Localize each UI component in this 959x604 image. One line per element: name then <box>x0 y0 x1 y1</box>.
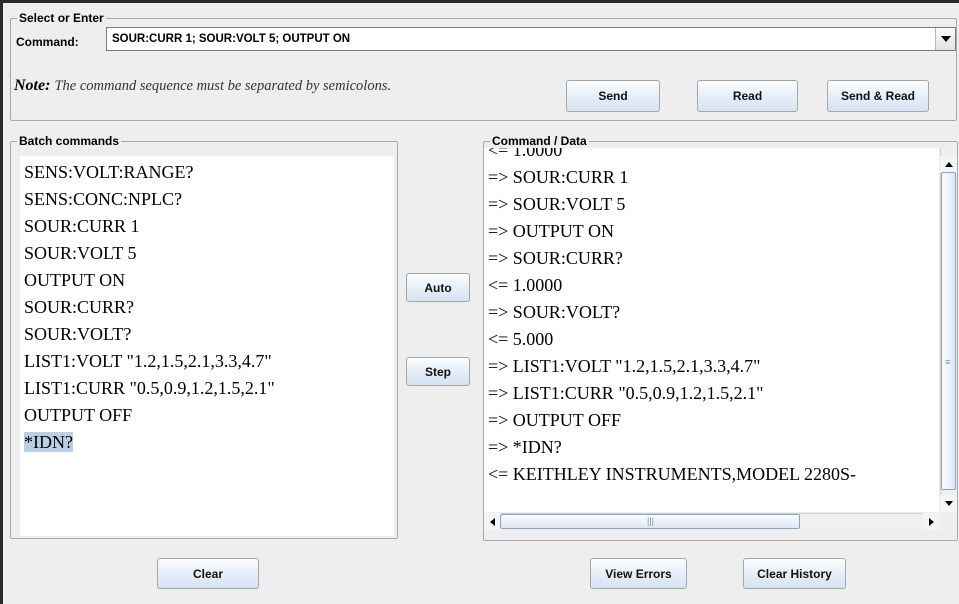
scroll-left-button[interactable] <box>484 513 501 530</box>
batch-commands-textarea[interactable]: SENS:VOLT:RANGE? SENS:CONC:NPLC? SOUR:CU… <box>20 156 394 536</box>
data-line: => LIST1:VOLT "1.2,1.5,2.1,3.3,4.7" <box>488 356 761 376</box>
batch-line: SOUR:CURR? <box>24 297 135 317</box>
vertical-scroll-thumb[interactable] <box>941 172 956 490</box>
step-button[interactable]: Step <box>406 357 470 386</box>
clear-button[interactable]: Clear <box>157 558 259 589</box>
send-and-read-button[interactable]: Send & Read <box>827 80 929 112</box>
data-line: => SOUR:CURR? <box>488 248 623 268</box>
data-line: => OUTPUT ON <box>488 221 614 241</box>
scroll-up-button[interactable] <box>940 156 957 173</box>
batch-line: OUTPUT ON <box>24 270 126 290</box>
auto-button[interactable]: Auto <box>406 273 470 302</box>
note-label: Note: <box>14 77 51 94</box>
batch-line: LIST1:VOLT "1.2,1.5,2.1,3.3,4.7" <box>24 351 272 371</box>
note-message: The command sequence must be separated b… <box>54 78 392 94</box>
batch-line: SENS:CONC:NPLC? <box>24 189 183 209</box>
batch-line: LIST1:CURR "0.5,0.9,1.2,1.5,2.1" <box>24 378 275 398</box>
clear-history-button[interactable]: Clear History <box>743 558 846 589</box>
command-data-textarea[interactable]: <= 1.0000 => SOUR:CURR 1 => SOUR:VOLT 5 … <box>484 148 939 512</box>
arrow-right-icon <box>929 517 934 526</box>
data-line: <= 1.0000 <box>488 148 563 160</box>
command-data-title: Command / Data <box>490 134 589 148</box>
view-errors-button[interactable]: View Errors <box>590 558 687 589</box>
batch-line: OUTPUT OFF <box>24 405 133 425</box>
arrow-up-icon <box>944 162 953 167</box>
window-edge-left <box>0 0 3 604</box>
data-line: => LIST1:CURR "0.5,0.9,1.2,1.5,2.1" <box>488 383 764 403</box>
scroll-down-button[interactable] <box>940 495 957 512</box>
data-line: => SOUR:VOLT 5 <box>488 194 626 214</box>
dropdown-arrow-button[interactable] <box>935 28 955 50</box>
batch-line: SOUR:VOLT? <box>24 324 132 344</box>
scroll-right-button[interactable] <box>923 513 940 530</box>
command-input[interactable]: SOUR:CURR 1; SOUR:VOLT 5; OUTPUT ON <box>112 33 350 45</box>
send-button[interactable]: Send <box>566 80 660 112</box>
data-line: <= 1.0000 <box>488 275 563 295</box>
window-edge-top <box>0 0 959 3</box>
data-line: => *IDN? <box>488 437 562 457</box>
batch-line: SENS:VOLT:RANGE? <box>24 162 194 182</box>
command-label: Command: <box>16 35 79 49</box>
grip-icon: ≡ <box>945 357 951 367</box>
arrow-down-icon <box>944 501 953 506</box>
read-button[interactable]: Read <box>697 80 798 112</box>
data-line: => SOUR:VOLT? <box>488 302 621 322</box>
data-line: => OUTPUT OFF <box>488 410 621 430</box>
data-line: => SOUR:CURR 1 <box>488 167 629 187</box>
arrow-left-icon <box>490 517 495 526</box>
data-line: <= KEITHLEY INSTRUMENTS,MODEL 2280S- <box>488 464 856 484</box>
batch-commands-title: Batch commands <box>17 134 122 148</box>
data-line: <= 5.000 <box>488 329 554 349</box>
batch-line: SOUR:VOLT 5 <box>24 243 137 263</box>
select-or-enter-title: Select or Enter <box>17 11 106 25</box>
note-text: Note: The command sequence must be separa… <box>14 77 391 95</box>
grip-icon: ||| <box>647 516 655 526</box>
chevron-down-icon <box>940 36 951 42</box>
command-combobox[interactable]: SOUR:CURR 1; SOUR:VOLT 5; OUTPUT ON <box>106 27 956 51</box>
batch-line: SOUR:CURR 1 <box>24 216 140 236</box>
batch-line-selected: *IDN? <box>24 432 73 452</box>
